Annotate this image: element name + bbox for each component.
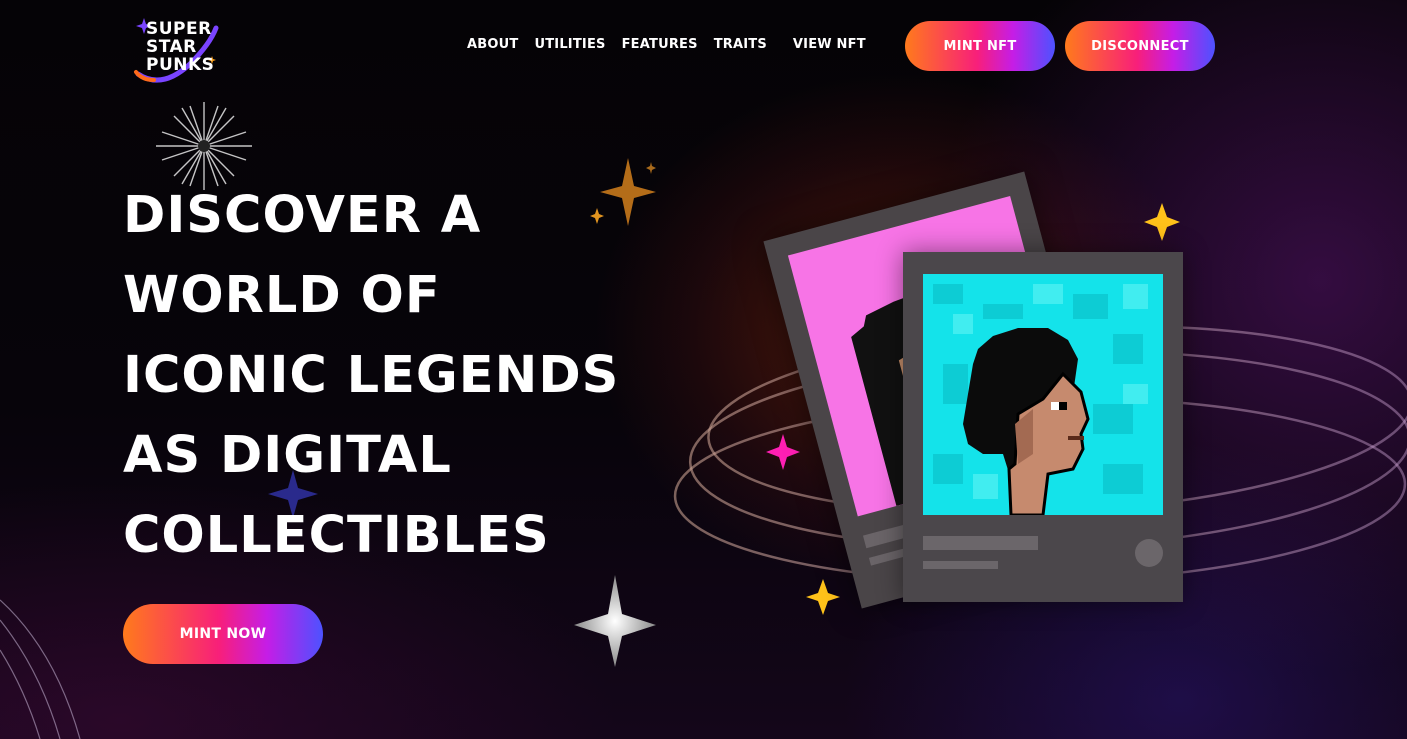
headline-line-1: DISCOVER A (123, 186, 482, 245)
nft-card-front[interactable] (903, 252, 1183, 602)
sparkle-star-icon (806, 579, 840, 615)
nft-card-avatar-dot (1135, 539, 1163, 567)
nav-item-about[interactable]: ABOUT (467, 37, 518, 52)
nav-item-utilities[interactable]: UTILITIES (534, 37, 605, 52)
mint-nft-button[interactable]: MINT NFT (905, 21, 1055, 71)
nav-item-features[interactable]: FEATURES (622, 37, 698, 52)
sparkle-star-icon (574, 575, 656, 667)
sparkle-star-icon (766, 434, 800, 470)
headline-line-4: AS DIGITAL (123, 426, 452, 485)
headline-line-2: WORLD OF (123, 266, 441, 325)
corner-curves (0, 599, 81, 739)
headline-line-5: COLLECTIBLES (123, 506, 550, 565)
punk-avatar-front (933, 284, 1148, 515)
nft-card-title-bar (923, 536, 1038, 550)
hero-headline: DISCOVER A WORLD OF ICONIC LEGENDS AS DI… (123, 176, 643, 576)
nft-card-sub-bar (923, 561, 998, 569)
mint-now-button[interactable]: MINT NOW (123, 604, 323, 664)
sparkle-star-icon (646, 162, 656, 174)
disconnect-button[interactable]: DISCONNECT (1065, 21, 1215, 71)
main-nav: ABOUT UTILITIES FEATURES TRAITS VIEW NFT (467, 37, 866, 52)
brand-logo[interactable]: SUPER STAR PUNKS (132, 16, 222, 86)
logo-line-1: SUPER (146, 19, 212, 39)
logo-line-2: STAR (146, 37, 197, 57)
headline-line-3: ICONIC LEGENDS (123, 346, 620, 405)
nav-item-traits[interactable]: TRAITS (714, 37, 767, 52)
nft-card-front-art (923, 274, 1163, 515)
site-header: SUPER STAR PUNKS ABOUT UTILITIES FEATURE… (0, 0, 1407, 95)
sparkle-star-icon (1144, 203, 1180, 241)
logo-wordmark: SUPER STAR PUNKS (146, 20, 214, 74)
nav-item-view-nft[interactable]: VIEW NFT (793, 37, 866, 52)
logo-line-3: PUNKS (146, 55, 215, 75)
